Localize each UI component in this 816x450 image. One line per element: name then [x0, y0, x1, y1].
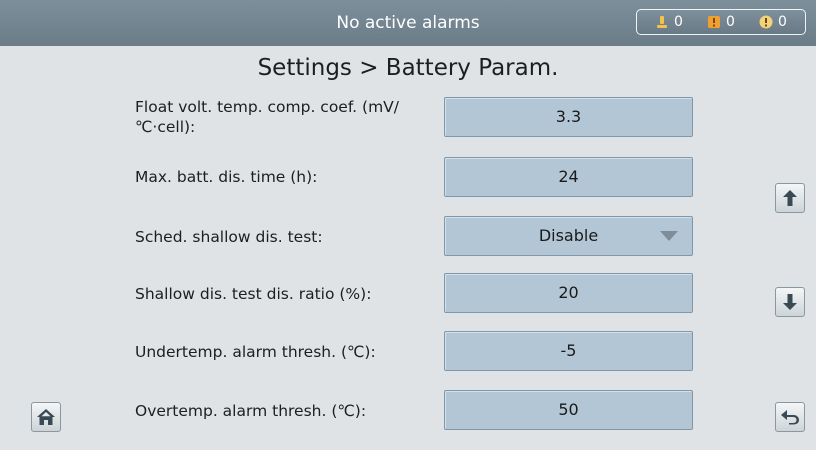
alarm-counters[interactable]: 0 0 0 [636, 9, 806, 35]
minor-alarm-icon [655, 15, 669, 29]
setting-row-undertemp-thresh: Undertemp. alarm thresh. (℃): -5 [0, 331, 816, 371]
home-icon [36, 408, 56, 426]
setting-input[interactable]: 50 [444, 390, 693, 430]
setting-row-sched-shallow-test: Sched. shallow dis. test: Disable [0, 216, 816, 256]
arrow-down-icon [782, 293, 798, 311]
dropdown-arrow-icon [660, 231, 678, 241]
critical-alarm-counter: 0 [759, 14, 787, 30]
setting-label: Shallow dis. test dis. ratio (%): [135, 285, 372, 303]
scroll-up-button[interactable] [775, 183, 805, 213]
setting-dropdown[interactable]: Disable [444, 216, 693, 256]
major-alarm-counter: 0 [707, 14, 735, 30]
major-alarm-icon [707, 15, 721, 29]
back-button[interactable] [775, 402, 805, 432]
critical-alarm-count: 0 [778, 14, 787, 30]
minor-alarm-count: 0 [674, 14, 683, 30]
scroll-down-button[interactable] [775, 287, 805, 317]
setting-label: Undertemp. alarm thresh. (℃): [135, 343, 376, 361]
setting-input[interactable]: 3.3 [444, 97, 693, 137]
setting-label: Max. batt. dis. time (h): [135, 168, 318, 186]
setting-row-shallow-dis-ratio: Shallow dis. test dis. ratio (%): 20 [0, 273, 816, 313]
setting-label: Float volt. temp. comp. coef. (mV/℃·cell… [135, 98, 399, 136]
setting-label: Sched. shallow dis. test: [135, 228, 323, 246]
dropdown-value: Disable [538, 226, 599, 245]
setting-label: Overtemp. alarm thresh. (℃): [135, 402, 367, 420]
home-button[interactable] [31, 402, 61, 432]
setting-input[interactable]: 24 [444, 157, 693, 197]
page-title: Settings > Battery Param. [257, 55, 559, 81]
setting-input[interactable]: 20 [444, 273, 693, 313]
setting-row-overtemp-thresh: Overtemp. alarm thresh. (℃): 50 [0, 390, 816, 430]
setting-row-max-dis-time: Max. batt. dis. time (h): 24 [0, 157, 816, 197]
critical-alarm-icon [759, 15, 773, 29]
setting-row-float-volt-comp: Float volt. temp. comp. coef. (mV/℃·cell… [0, 97, 816, 137]
setting-input[interactable]: -5 [444, 331, 693, 371]
major-alarm-count: 0 [726, 14, 735, 30]
minor-alarm-counter: 0 [655, 14, 683, 30]
arrow-up-icon [782, 189, 798, 207]
back-arrow-icon [780, 409, 800, 425]
